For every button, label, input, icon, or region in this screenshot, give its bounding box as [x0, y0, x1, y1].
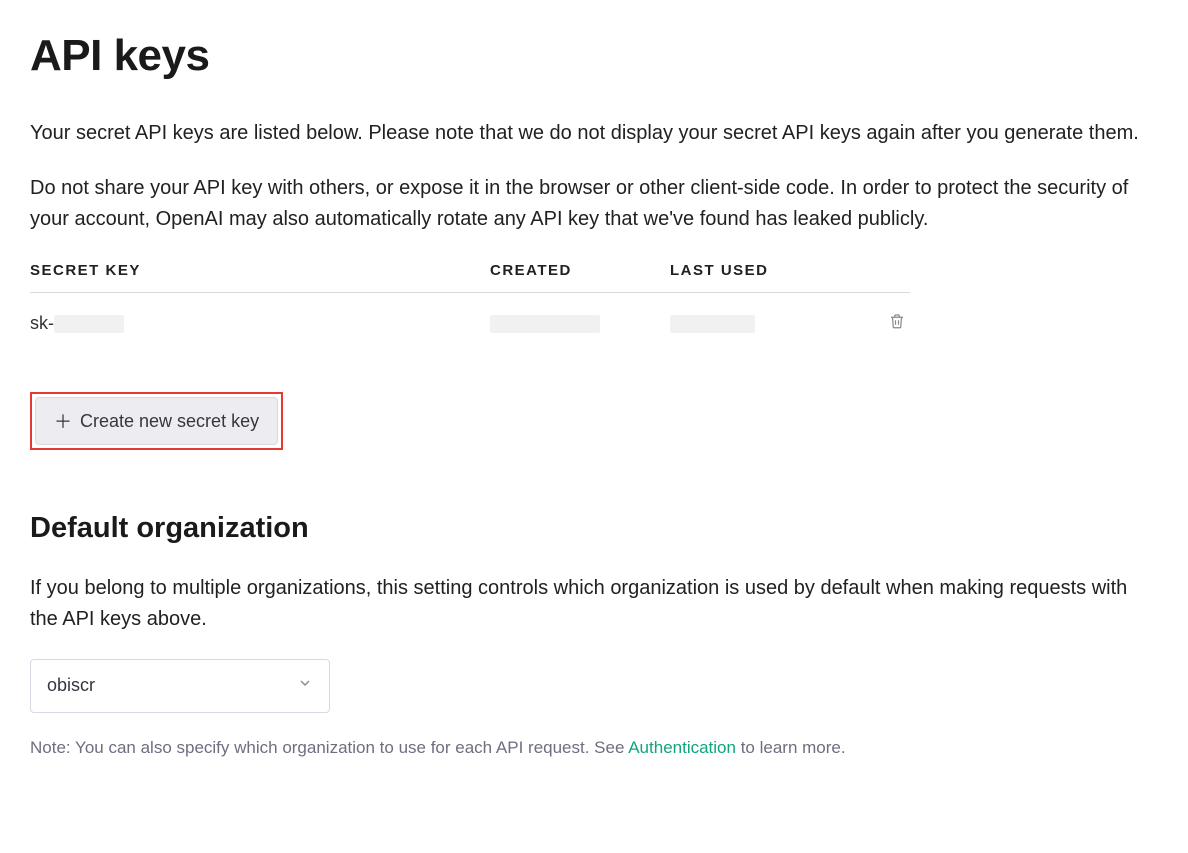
- redacted-block: [490, 315, 600, 333]
- header-secret-key: SECRET KEY: [30, 259, 490, 282]
- org-select[interactable]: obiscr: [30, 659, 330, 713]
- intro-paragraph-2: Do not share your API key with others, o…: [30, 173, 1150, 235]
- create-secret-key-button[interactable]: ＋ Create new secret key: [35, 397, 278, 445]
- create-key-highlight: ＋ Create new secret key: [30, 392, 283, 450]
- redacted-block: [54, 315, 124, 333]
- redacted-block: [670, 315, 755, 333]
- cell-last-used: [670, 310, 850, 338]
- key-prefix: sk-: [30, 313, 54, 333]
- create-key-label: Create new secret key: [80, 411, 259, 432]
- default-org-heading: Default organization: [30, 506, 1158, 551]
- header-created: CREATED: [490, 259, 670, 282]
- trash-icon: [888, 319, 906, 334]
- note-prefix: Note: You can also specify which organiz…: [30, 738, 628, 757]
- header-last-used: LAST USED: [670, 259, 850, 282]
- authentication-link[interactable]: Authentication: [628, 738, 736, 757]
- chevron-down-icon: [297, 672, 313, 700]
- org-note: Note: You can also specify which organiz…: [30, 735, 1158, 761]
- note-suffix: to learn more.: [736, 738, 846, 757]
- page-title: API keys: [30, 22, 1158, 90]
- cell-secret-key: sk-: [30, 310, 490, 338]
- api-keys-table: SECRET KEY CREATED LAST USED sk-: [30, 259, 910, 368]
- table-row: sk-: [30, 293, 910, 368]
- delete-key-button[interactable]: [884, 307, 910, 338]
- plus-icon: ＋: [54, 408, 72, 434]
- cell-created: [490, 310, 670, 338]
- org-selected-value: obiscr: [47, 672, 95, 700]
- table-header-row: SECRET KEY CREATED LAST USED: [30, 259, 910, 293]
- default-org-desc: If you belong to multiple organizations,…: [30, 573, 1150, 635]
- intro-paragraph-1: Your secret API keys are listed below. P…: [30, 118, 1150, 149]
